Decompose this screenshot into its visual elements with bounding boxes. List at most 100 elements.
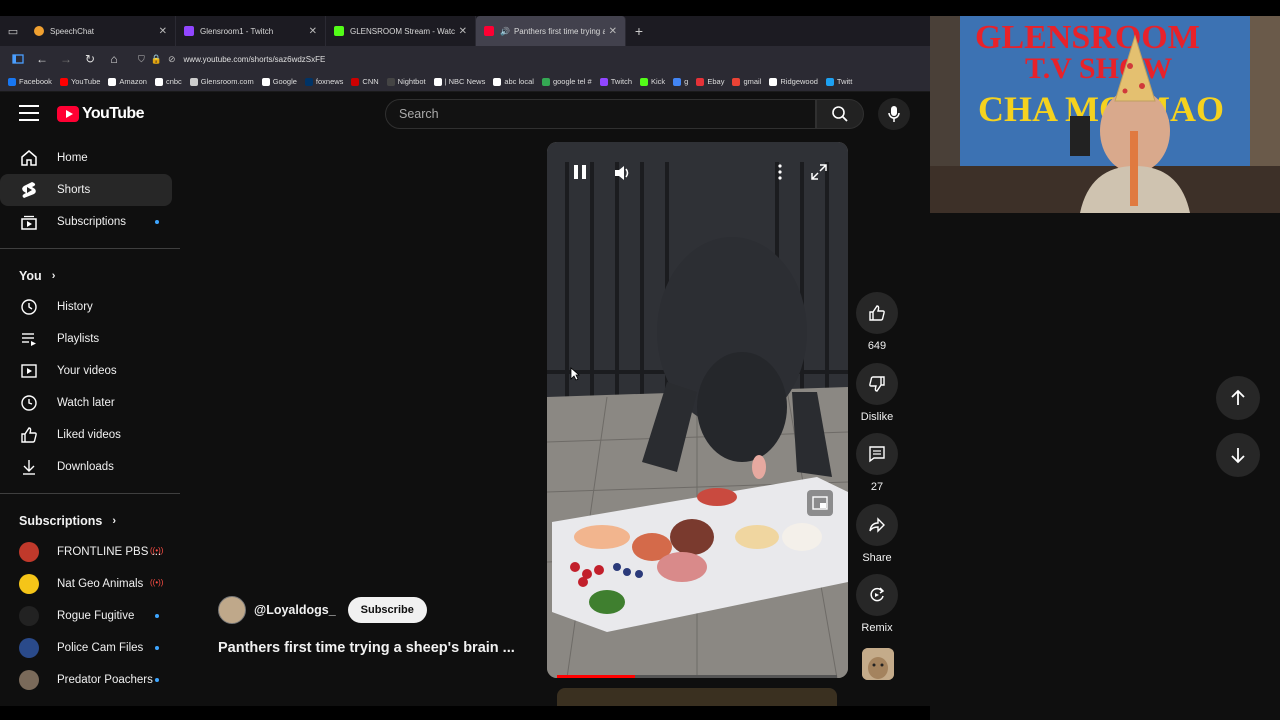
pause-button[interactable]: [573, 164, 587, 185]
close-tab-icon[interactable]: ✕: [459, 26, 467, 37]
sidebar-item-home[interactable]: Home: [0, 142, 172, 174]
more-options-button[interactable]: [778, 164, 782, 185]
sound-thumbnail[interactable]: [862, 648, 894, 680]
sidebar-item-liked-videos[interactable]: Liked videos: [0, 419, 172, 451]
youtube-logo[interactable]: YouTube: [57, 105, 144, 123]
bookmark-item[interactable]: Kick: [640, 77, 665, 86]
sidebar-item-watch-later[interactable]: Watch later: [0, 387, 172, 419]
sidebar-item-your-videos[interactable]: Your videos: [0, 355, 172, 387]
bookmark-item[interactable]: Twitt: [825, 77, 852, 86]
search-button[interactable]: [816, 99, 864, 129]
next-short-button[interactable]: [1216, 433, 1260, 477]
sidebar-subscription-channel[interactable]: FRONTLINE PBS ... ((•)): [0, 536, 172, 568]
dislike-button[interactable]: [856, 363, 898, 405]
sidebar-item-shorts[interactable]: Shorts: [0, 174, 172, 206]
liked-videos-icon: [19, 425, 39, 445]
history-icon: [19, 297, 39, 317]
close-tab-icon[interactable]: ✕: [159, 26, 167, 37]
back-icon[interactable]: ←: [32, 49, 52, 69]
sidebar-subscriptions-header[interactable]: Subscriptions ›: [0, 506, 190, 536]
short-title[interactable]: Panthers first time trying a sheep's bra…: [218, 640, 538, 656]
remix-button[interactable]: [856, 574, 898, 616]
channel-name[interactable]: @Loyaldogs_: [254, 603, 336, 617]
bookmarks-bar: Facebook YouTube Amazon cnbc Glensroom.com Go…: [0, 72, 930, 92]
browser-tab-active[interactable]: 🔊 Panthers first time trying a ✕: [476, 16, 626, 46]
permissions-icon[interactable]: ⊘: [168, 54, 176, 65]
sidebar-item-subscriptions[interactable]: Subscriptions: [0, 206, 172, 238]
bookmark-item[interactable]: Nightbot: [386, 77, 426, 86]
video-progress-bar[interactable]: [557, 675, 837, 678]
bookmark-item[interactable]: Glensroom.com: [189, 77, 254, 86]
channel-avatar: [19, 670, 39, 690]
audio-playing-icon[interactable]: 🔊: [500, 27, 510, 36]
browser-tab[interactable]: Glensroom1 - Twitch ✕: [176, 16, 326, 46]
bookmark-label: Google: [272, 77, 297, 86]
reload-icon[interactable]: ↻: [80, 49, 100, 69]
new-tab-icon[interactable]: +: [626, 23, 652, 39]
browser-tab[interactable]: SpeechChat ✕: [26, 16, 176, 46]
search-input[interactable]: Search: [385, 99, 816, 129]
new-content-dot: [155, 220, 159, 224]
sidebar-item-label: Your videos: [57, 365, 117, 377]
browser-tab[interactable]: GLENSROOM Stream - Watch Li ✕: [326, 16, 476, 46]
channel-avatar[interactable]: [218, 596, 246, 624]
bookmark-item[interactable]: gmail: [732, 77, 761, 86]
bookmark-item[interactable]: Ebay: [696, 77, 724, 86]
bookmark-item[interactable]: Amazon: [108, 77, 147, 86]
bookmark-item[interactable]: Facebook: [8, 77, 52, 86]
sidebar-subscription-channel[interactable]: Rogue Fugitive: [0, 600, 172, 632]
sidebar-item-downloads[interactable]: Downloads: [0, 451, 172, 483]
home-nav-icon[interactable]: ⌂: [104, 49, 124, 69]
sidebar-item-label: Downloads: [57, 461, 114, 473]
voice-search-button[interactable]: [878, 98, 910, 130]
shield-icon[interactable]: ⛉: [138, 54, 145, 65]
sidebar-item-playlists[interactable]: Playlists: [0, 323, 172, 355]
bookmark-item[interactable]: Twitch: [599, 77, 632, 86]
sidebar-subscription-channel[interactable]: Police Cam Files: [0, 632, 172, 664]
subscribe-button[interactable]: Subscribe: [347, 597, 427, 623]
bookmark-item[interactable]: YouTube: [59, 77, 100, 86]
bookmark-item[interactable]: | NBC News: [433, 77, 485, 86]
address-bar[interactable]: ⛉ 🔒 ⊘ www.youtube.com/shorts/saz6wdzSxFE: [132, 49, 930, 69]
comments-button[interactable]: [856, 433, 898, 475]
bookmark-favicon-icon: [541, 77, 550, 86]
chevron-right-icon: ›: [51, 270, 56, 282]
share-button[interactable]: [856, 504, 898, 546]
lock-icon[interactable]: 🔒: [151, 54, 162, 65]
sidebar-you-header[interactable]: You ›: [0, 261, 190, 291]
guide-sidebar: Home Shorts Subscriptions You › History P…: [0, 142, 190, 696]
sidebar-item-history[interactable]: History: [0, 291, 172, 323]
dislike-label: Dislike: [860, 411, 894, 423]
live-broadcast-icon: ((•)): [150, 578, 164, 587]
bookmark-item[interactable]: CNN: [351, 77, 379, 86]
bookmark-item[interactable]: Google: [261, 77, 297, 86]
sidebar-toggle-icon[interactable]: [8, 49, 28, 69]
close-tab-icon[interactable]: ✕: [309, 26, 317, 37]
playlists-icon: [19, 329, 39, 349]
bookmark-item[interactable]: cnbc: [154, 77, 182, 86]
remix-icon: [870, 587, 885, 602]
sidebar-subscription-channel[interactable]: Nat Geo Animals ((•)): [0, 568, 172, 600]
picture-in-picture-button[interactable]: [807, 490, 833, 516]
close-tab-icon[interactable]: ✕: [609, 26, 617, 37]
bookmark-item[interactable]: abc local: [493, 77, 534, 86]
subscriptions-label: Subscriptions: [19, 514, 103, 528]
menu-icon[interactable]: [19, 105, 39, 121]
bookmark-item[interactable]: Ridgewood: [769, 77, 818, 86]
previous-short-button[interactable]: [1216, 376, 1260, 420]
forward-icon[interactable]: →: [56, 49, 76, 69]
volume-button[interactable]: [613, 164, 633, 187]
window-menu-icon[interactable]: ▭: [0, 16, 26, 46]
sidebar-subscription-channel[interactable]: Predator Poachers: [0, 664, 172, 696]
bookmark-item[interactable]: g: [673, 77, 688, 86]
bookmark-item[interactable]: google tel #: [541, 77, 592, 86]
url-text: www.youtube.com/shorts/saz6wdzSxFE: [183, 54, 326, 64]
sidebar-item-label: Subscriptions: [57, 216, 127, 228]
masthead: YouTube Search: [0, 92, 930, 136]
sidebar-item-label: Playlists: [57, 333, 100, 345]
comment-count: 27: [870, 481, 884, 493]
fullscreen-button[interactable]: [811, 164, 827, 185]
bookmark-item[interactable]: foxnews: [304, 77, 343, 86]
like-button[interactable]: [856, 292, 898, 334]
short-video-player[interactable]: [547, 142, 848, 678]
